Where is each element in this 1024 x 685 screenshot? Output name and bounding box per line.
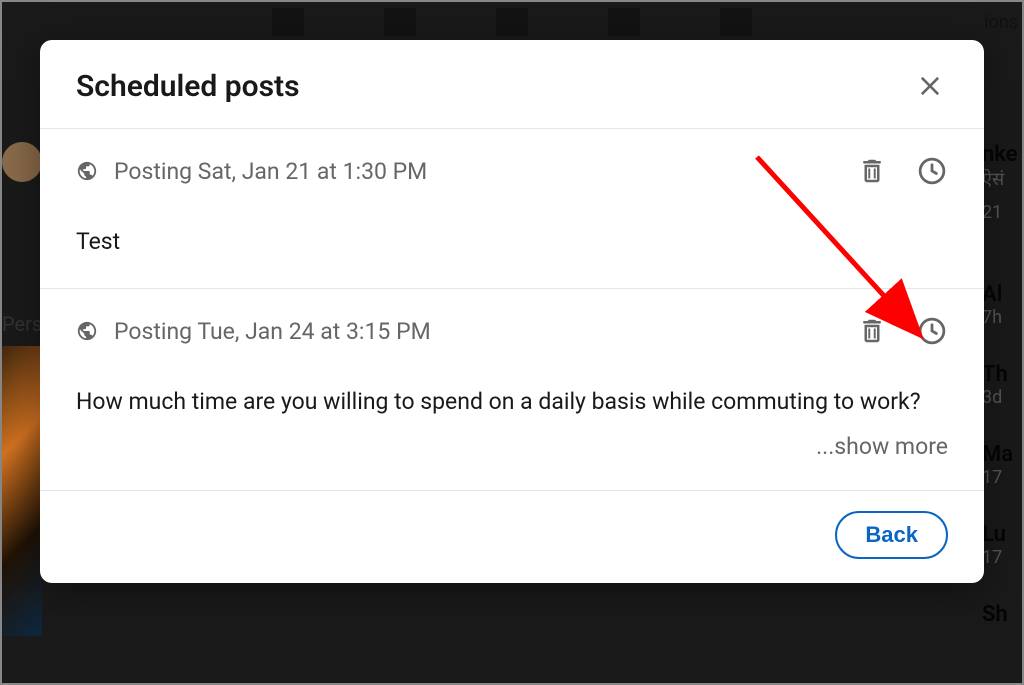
jobs-icon: [496, 8, 528, 36]
background-image: [2, 346, 42, 636]
post-header: Posting Tue, Jan 24 at 3:15 PM: [76, 315, 948, 347]
post-actions: [856, 315, 948, 347]
post-schedule-time: Posting Sat, Jan 21 at 1:30 PM: [114, 158, 840, 185]
post-actions: [856, 155, 948, 187]
clock-icon: [917, 316, 947, 346]
close-icon: [916, 72, 944, 100]
post-content: Test: [76, 225, 948, 258]
scheduled-post-item: Posting Tue, Jan 24 at 3:15 PM H: [40, 289, 984, 490]
notifications-icon: [720, 8, 752, 36]
modal-footer: Back: [40, 491, 984, 583]
messaging-icon: [608, 8, 640, 36]
background-right: ions nkeऐसं 21 Al7h Th3d Ma17 Lu17 Sh: [982, 142, 1022, 682]
reschedule-button[interactable]: [916, 155, 948, 187]
clock-icon: [917, 156, 947, 186]
nav-label: ions: [984, 12, 1018, 33]
delete-post-button[interactable]: [856, 155, 888, 187]
post-header: Posting Sat, Jan 21 at 1:30 PM: [76, 155, 948, 187]
globe-icon: [76, 160, 98, 182]
modal-title: Scheduled posts: [76, 69, 300, 104]
globe-icon: [76, 320, 98, 342]
delete-post-button[interactable]: [856, 315, 888, 347]
back-button[interactable]: Back: [835, 511, 948, 559]
reschedule-button[interactable]: [916, 315, 948, 347]
background-nav: [2, 2, 1022, 42]
background-left: Pers: [2, 142, 42, 636]
scheduled-post-item: Posting Sat, Jan 21 at 1:30 PM T: [40, 129, 984, 289]
trash-icon: [857, 316, 887, 346]
show-more-link[interactable]: ...show more: [76, 433, 948, 460]
avatar: [2, 142, 42, 182]
post-schedule-time: Posting Tue, Jan 24 at 3:15 PM: [114, 318, 840, 345]
close-button[interactable]: [908, 64, 952, 108]
home-icon: [272, 8, 304, 36]
post-content: How much time are you willing to spend o…: [76, 385, 948, 418]
trash-icon: [857, 156, 887, 186]
network-icon: [384, 8, 416, 36]
background-left-text: Pers: [2, 312, 42, 336]
scheduled-posts-modal: Scheduled posts Posting Sat, Jan 21 at 1…: [40, 40, 984, 583]
modal-header: Scheduled posts: [40, 40, 984, 129]
